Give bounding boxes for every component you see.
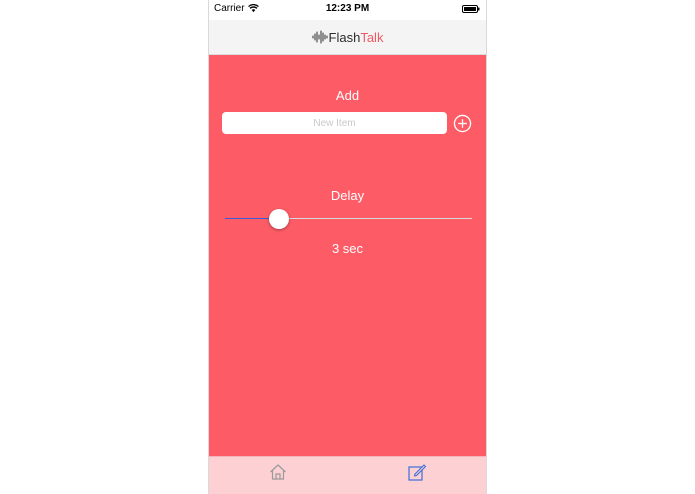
status-time: 12:23 PM [325, 3, 370, 14]
logo-text-talk: Talk [360, 29, 384, 45]
delay-slider-track[interactable] [225, 218, 472, 219]
app-screen: Carrier 12:23 PM Flash Talk Add New Item… [208, 0, 487, 494]
status-bar: Carrier 12:23 PM [209, 0, 486, 20]
delay-slider-thumb[interactable] [268, 209, 289, 229]
logo-text-flash: Flash [328, 29, 361, 45]
battery-icon [462, 5, 480, 13]
delay-section-title: Delay [330, 188, 365, 203]
edit-icon[interactable] [407, 462, 427, 482]
delay-value-label: 3 sec [331, 241, 364, 256]
delay-slider-fill [225, 218, 272, 219]
app-logo: Flash Talk [312, 29, 384, 45]
new-item-input[interactable] [222, 112, 447, 134]
sound-wave-icon [312, 30, 328, 44]
home-icon[interactable] [268, 462, 288, 482]
plus-circle-icon[interactable] [453, 114, 472, 133]
tab-bar [209, 456, 486, 494]
add-section-title: Add [335, 88, 360, 103]
navigation-bar: Flash Talk [209, 20, 486, 55]
